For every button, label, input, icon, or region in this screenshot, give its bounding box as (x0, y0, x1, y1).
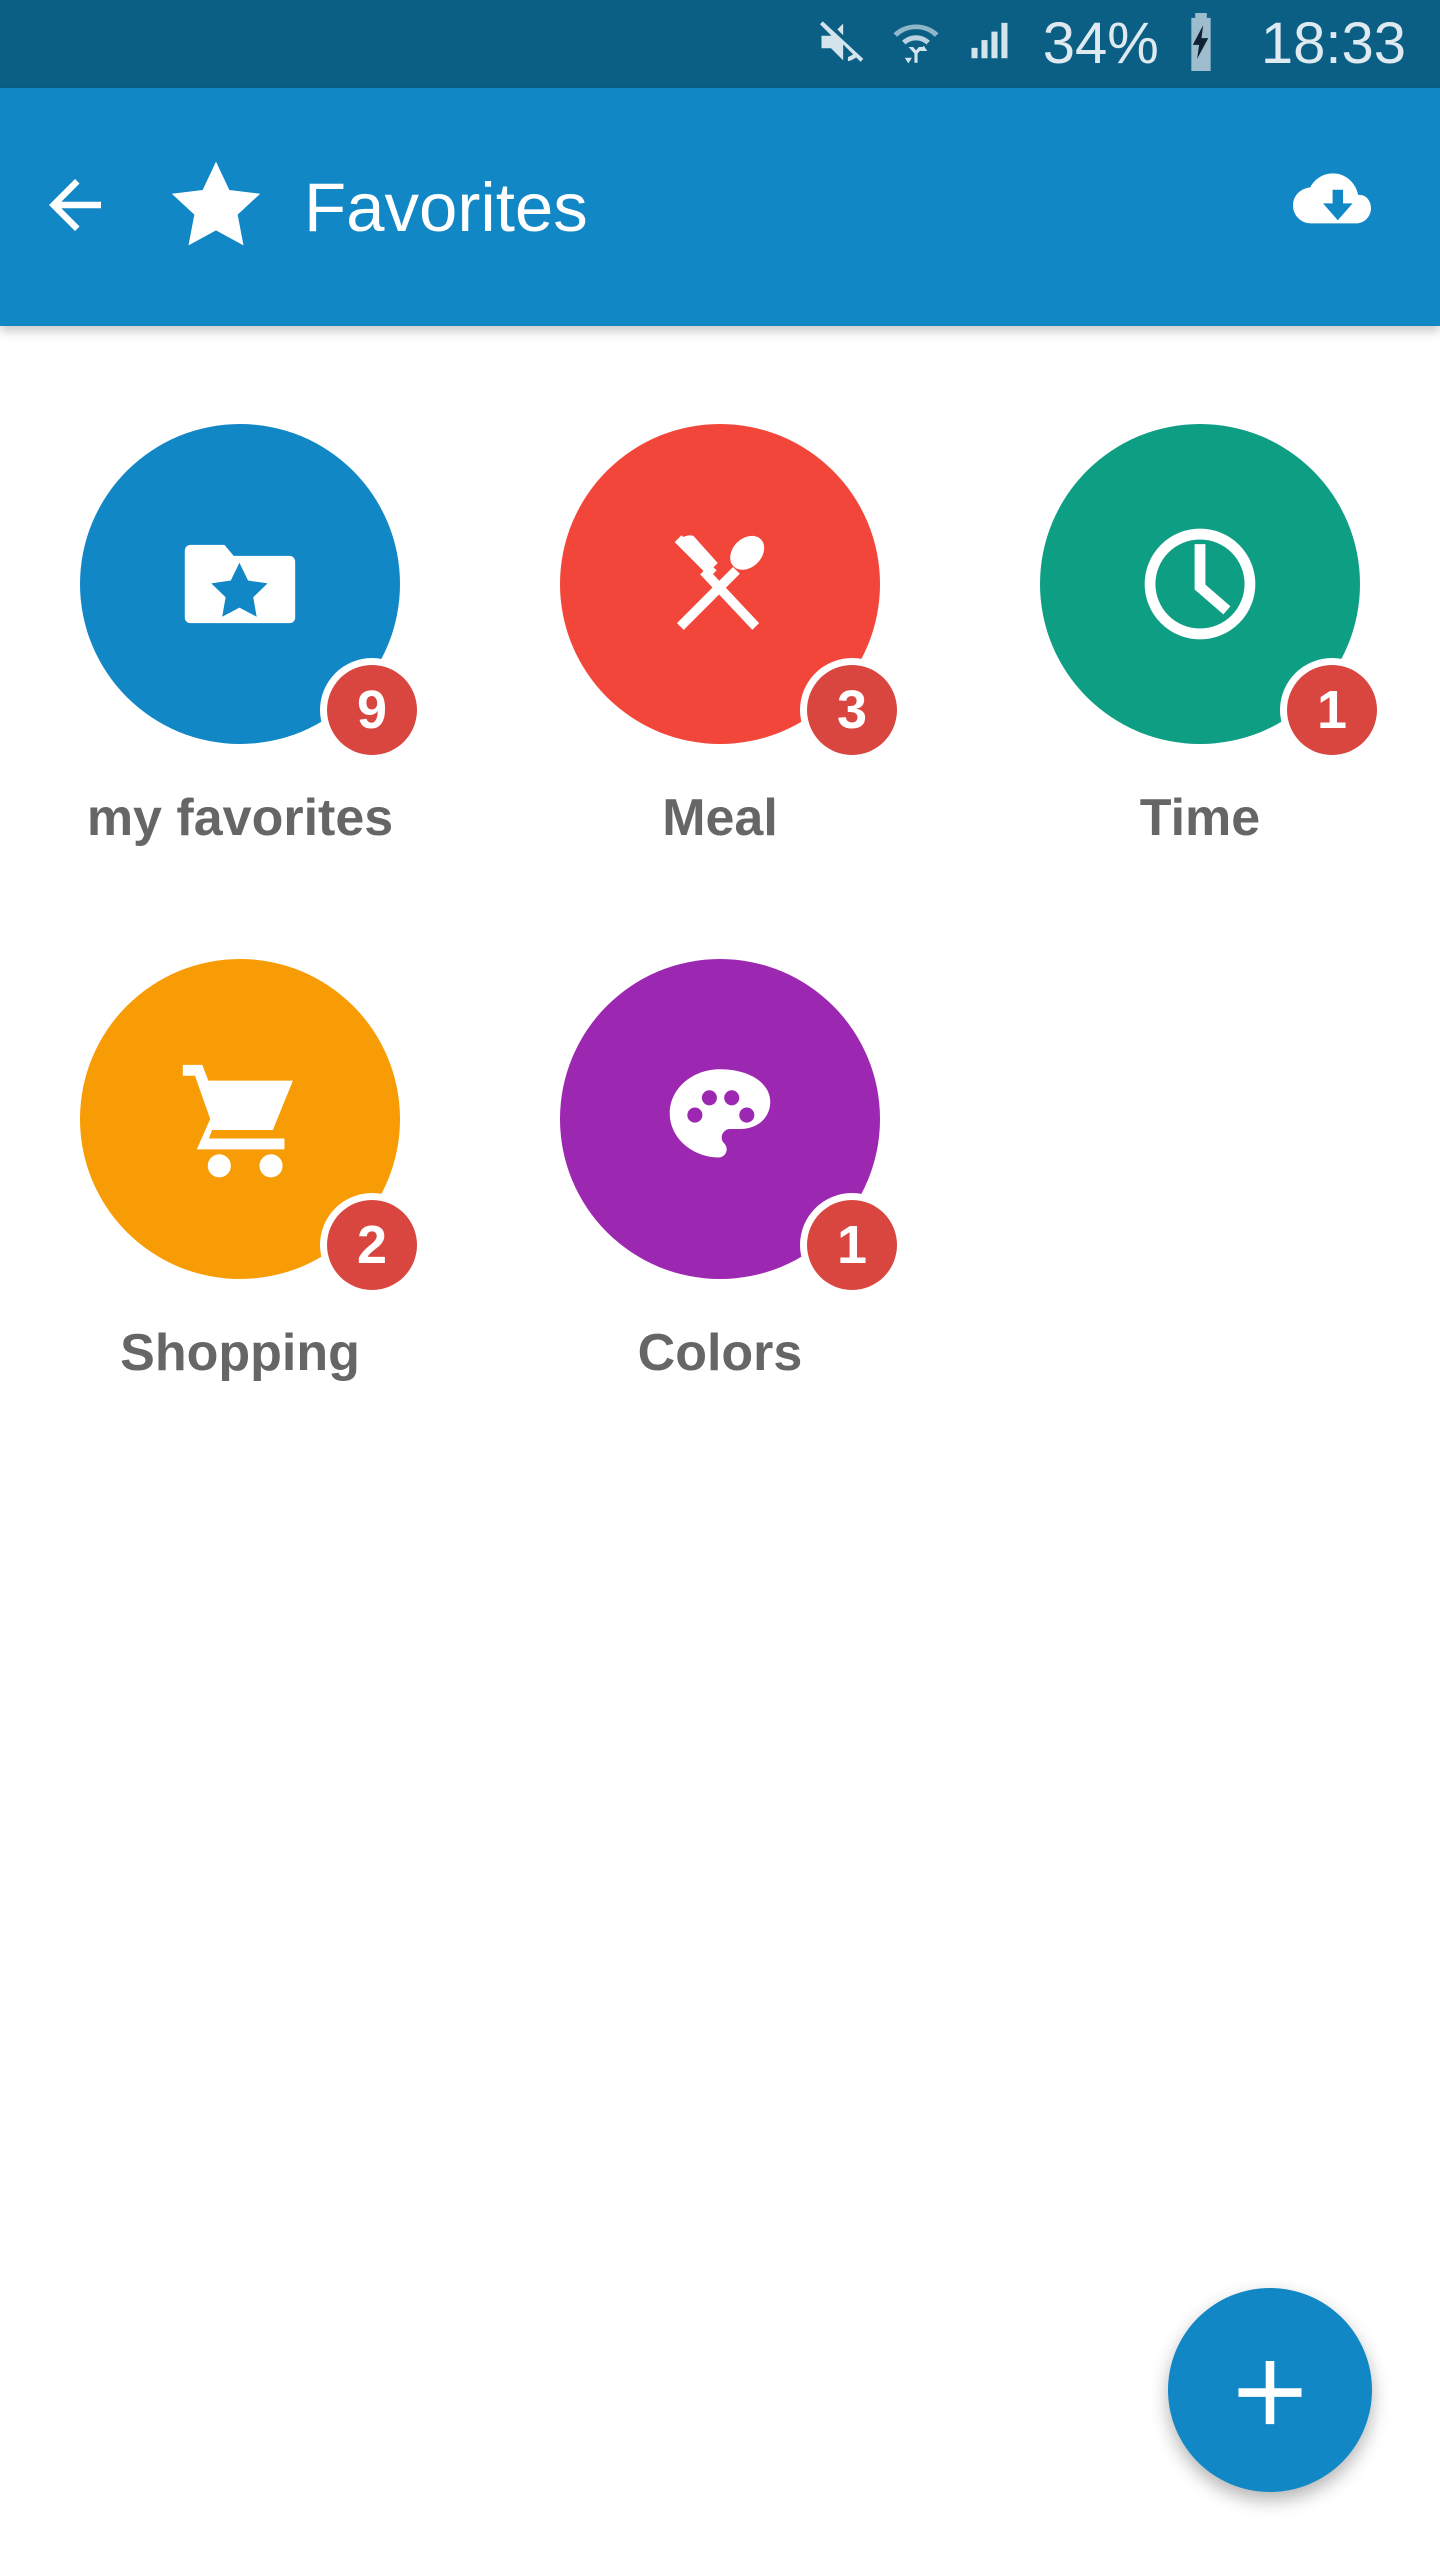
status-bar-icons: 34% 18:33 (815, 11, 1406, 76)
battery-charging-icon (1181, 12, 1221, 76)
count-badge-value: 1 (807, 1200, 897, 1290)
grid-item-my-favorites[interactable]: 9 my favorites (0, 424, 480, 959)
app-bar: Favorites (0, 88, 1440, 326)
count-badge: 1 (1280, 658, 1384, 762)
grid-item-time[interactable]: 1 Time (960, 424, 1440, 959)
count-badge: 2 (320, 1193, 424, 1297)
folder-star-icon (171, 515, 309, 653)
bubble-wrap: 9 (80, 424, 424, 762)
bubble-wrap: 2 (80, 959, 424, 1297)
category-grid: 9 my favorites 3 Meal 1 Time 2 Shopping … (0, 326, 1440, 1494)
count-badge-value: 2 (327, 1200, 417, 1290)
count-badge-value: 9 (327, 665, 417, 755)
status-bar: 34% 18:33 (0, 0, 1440, 88)
wifi-transfer-icon (889, 15, 943, 74)
bubble-wrap: 1 (560, 959, 904, 1297)
count-badge-value: 3 (807, 665, 897, 755)
clock-icon (1126, 510, 1274, 658)
grid-item-label: Colors (637, 1324, 803, 1382)
clock-label: 18:33 (1260, 11, 1406, 76)
grid-item-meal[interactable]: 3 Meal (480, 424, 960, 959)
back-arrow-icon (36, 166, 114, 249)
count-badge: 9 (320, 658, 424, 762)
plus-icon (1227, 2346, 1313, 2435)
bubble-wrap: 3 (560, 424, 904, 762)
cellular-signal-icon (965, 16, 1017, 73)
star-icon (166, 155, 266, 260)
battery-percent-label: 34% (1042, 11, 1159, 76)
grid-item-label: Shopping (120, 1324, 360, 1382)
page-title: Favorites (304, 168, 588, 246)
favorites-star-mark (156, 88, 276, 326)
count-badge: 3 (800, 658, 904, 762)
back-button[interactable] (0, 88, 150, 326)
grid-item-label: my favorites (86, 789, 394, 847)
grid-item-shopping[interactable]: 2 Shopping (0, 959, 480, 1494)
add-button[interactable] (1168, 2288, 1372, 2492)
palette-icon (653, 1052, 787, 1186)
grid-item-label: Time (1139, 789, 1261, 847)
cutlery-icon (652, 516, 788, 652)
shopping-cart-icon (167, 1046, 313, 1192)
mute-icon (815, 16, 867, 73)
bubble-wrap: 1 (1040, 424, 1384, 762)
grid-item-label: Meal (662, 789, 778, 847)
count-badge: 1 (800, 1193, 904, 1297)
cloud-download-button[interactable] (1254, 88, 1404, 326)
grid-item-colors[interactable]: 1 Colors (480, 959, 960, 1494)
content-area: 9 my favorites 3 Meal 1 Time 2 Shopping … (0, 326, 1440, 2560)
count-badge-value: 1 (1287, 665, 1377, 755)
cloud-download-icon (1281, 157, 1377, 258)
